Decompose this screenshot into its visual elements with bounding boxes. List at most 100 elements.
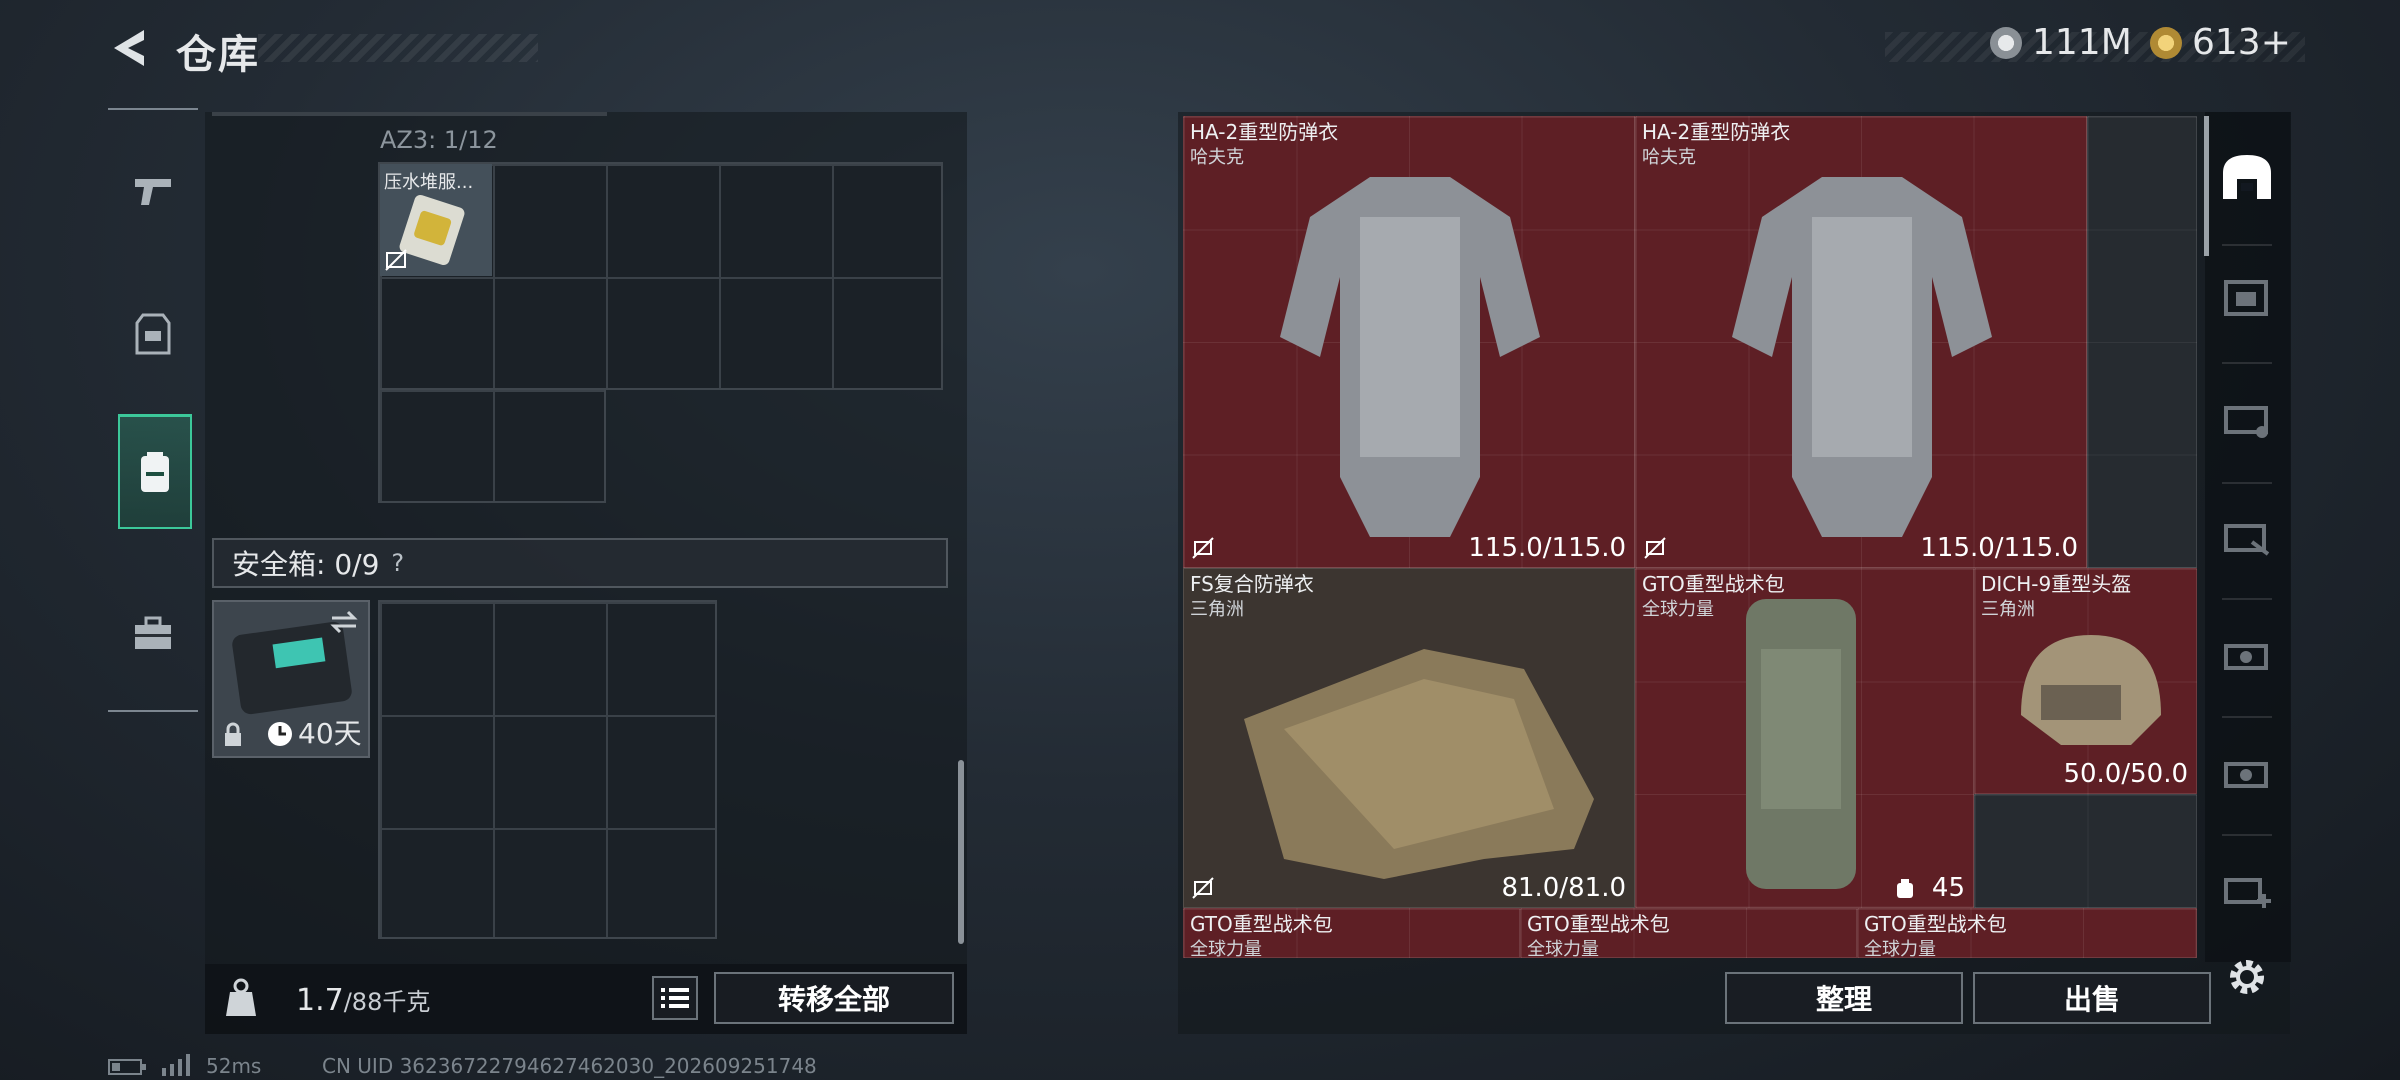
organize-button[interactable]: 整理 [1725,972,1963,1024]
item-faction: 全球力量 [1190,939,1262,958]
scrollbar-thumb[interactable] [958,760,964,944]
item-durability: 81.0/81.0 [1501,873,1626,903]
item-card[interactable]: HA-2重型防弹衣 哈夫克 115.0/115.0 [1635,116,2087,568]
item-faction: 全球力量 [1642,599,1714,620]
currency-gold[interactable]: 613+ [2150,22,2291,63]
pistol-icon [135,179,171,205]
item-durability: 50.0/50.0 [2063,759,2188,789]
tab-divider [2222,716,2272,718]
container-capacity: AZ3: 1/12 [380,126,498,154]
storage-scrollbar[interactable] [2204,116,2209,256]
item-faction: 三角洲 [1981,599,2035,620]
expansion-box-icon [2224,762,2268,788]
expansion-box-icon [2224,280,2268,316]
empty-slot[interactable] [2087,116,2197,568]
gold-coin-icon [2150,26,2182,59]
title-decoration [258,34,538,62]
tab-storage-4[interactable] [2212,500,2282,570]
tab-warehouse[interactable] [2212,142,2282,212]
user-uid: CN UID 36236722794627462030_202609251748 [322,1054,817,1078]
tab-divider [2222,598,2272,600]
item-slot[interactable]: 压水堆服... [380,164,492,276]
list-view-button[interactable] [652,976,698,1020]
item-faction: 全球力量 [1527,939,1599,958]
armor-vest-image [1280,177,1540,537]
item-image [398,193,466,267]
tab-divider [2222,482,2272,484]
armor-icon [135,313,171,355]
no-drop-icon [385,249,407,271]
tab-storage-3[interactable] [2212,382,2282,452]
weight-icon [226,978,256,1016]
gear-icon [2230,960,2264,994]
no-drop-icon [1192,877,1214,899]
safebox-grid[interactable] [378,600,717,939]
backpack-icon [141,452,169,492]
expansion-box-icon [2224,406,2268,438]
item-name: HA-2重型防弹衣 [1642,120,1791,144]
item-faction: 哈夫克 [1642,147,1696,168]
add-storage-icon [2224,878,2271,908]
item-card[interactable]: GTO重型战术包 全球力量 [1183,908,1520,958]
clock-icon [268,722,292,746]
nav-backpack[interactable] [118,414,192,529]
no-drop-icon [1192,537,1214,559]
item-name: GTO重型战术包 [1527,912,1670,936]
empty-slot[interactable] [1974,794,2197,908]
nav-armor[interactable] [118,280,188,390]
item-durability: 115.0/115.0 [1468,533,1626,563]
tab-add-storage[interactable] [2212,852,2282,922]
safebox-label: 安全箱: 0/9 [232,548,380,581]
tab-storage-6[interactable] [2212,736,2282,806]
item-card[interactable]: HA-2重型防弹衣 哈夫克 115.0/115.0 [1183,116,1635,568]
container-grid-bottom[interactable] [378,388,606,503]
no-drop-icon [1644,537,1666,559]
silver-coin-icon [1990,26,2022,59]
item-name: FS复合防弹衣 [1190,572,1314,596]
item-name: GTO重型战术包 [1864,912,2007,936]
safebox-bar: 安全箱: 0/9 ? [212,538,948,588]
nav-weapon[interactable] [118,136,188,246]
lock-icon [225,722,241,746]
item-card[interactable]: GTO重型战术包 全球力量 [1520,908,1857,958]
tab-storage-5[interactable] [2212,618,2282,688]
item-name: DICH-9重型头盔 [1981,572,2132,596]
ping-readout: 52ms [206,1054,262,1078]
expansion-box-icon [2224,644,2268,670]
item-card[interactable]: GTO重型战术包 全球力量 45 [1635,568,1974,908]
currency-gold-value: 613+ [2192,22,2291,63]
sell-button[interactable]: 出售 [1973,972,2211,1024]
settings-button[interactable] [2212,942,2282,1012]
capacity-icon [1897,879,1913,898]
weight-value: 1.7 [296,983,344,1018]
item-faction: 哈夫克 [1190,147,1244,168]
tab-divider [2222,834,2272,836]
armor-vest-image [1732,177,1992,537]
currency-silver[interactable]: 111M [1990,22,2132,63]
transfer-all-button[interactable]: 转移全部 [714,972,954,1024]
swap-icon[interactable] [328,608,360,636]
battery-icon [108,1059,146,1075]
safe-case-timer: 40天 [298,717,362,750]
item-faction: 全球力量 [1864,939,1936,958]
panel-top-line [212,112,607,116]
tab-storage-2[interactable] [2212,262,2282,332]
page-title: 仓库 [176,32,260,78]
help-icon[interactable]: ? [391,549,404,577]
tab-divider [2222,362,2272,364]
back-arrow-icon[interactable] [108,26,152,70]
nav-divider-top [108,108,198,110]
item-card[interactable]: DICH-9重型头盔 三角洲 50.0/50.0 [1974,568,2197,794]
item-durability: 115.0/115.0 [1920,533,2078,563]
nav-toolbox[interactable] [118,578,188,688]
expansion-box-icon [2224,524,2270,556]
item-capacity: 45 [1931,873,1965,903]
armor-vest-image [1244,649,1594,879]
safe-case-slot[interactable]: 40天 [212,600,370,758]
tab-divider [2222,244,2272,246]
item-card[interactable]: GTO重型战术包 全球力量 [1857,908,2197,958]
item-card[interactable]: FS复合防弹衣 三角洲 81.0/81.0 [1183,568,1635,908]
weight-capacity: /88千克 [343,988,431,1016]
warehouse-icon [2223,155,2271,199]
item-name: 压水堆服... [384,172,474,193]
